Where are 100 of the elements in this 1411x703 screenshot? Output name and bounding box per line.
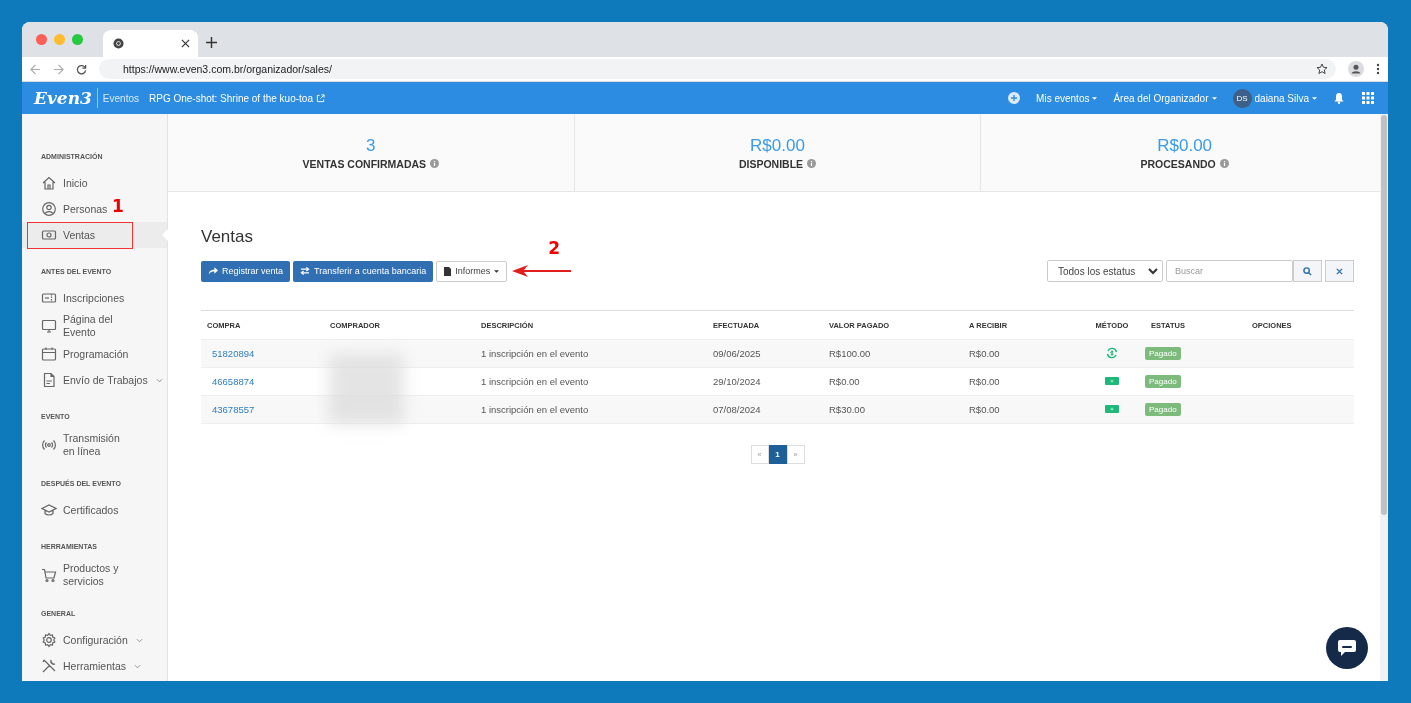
stat-label: DISPONIBLE bbox=[738, 157, 804, 170]
gear-icon bbox=[41, 632, 57, 648]
table-cell-text: R$0.00 bbox=[968, 376, 1001, 387]
status-badge: Pagado bbox=[1145, 347, 1181, 360]
table-cell-text: 07/08/2024 bbox=[712, 404, 762, 415]
table-cell-text: R$0.00 bbox=[828, 376, 861, 387]
stat-value: R$0.00 bbox=[1157, 135, 1213, 156]
status-badge: Pagado bbox=[1145, 403, 1181, 416]
annotation-number: 2 bbox=[548, 238, 561, 258]
search-field[interactable]: Buscar bbox=[1166, 260, 1293, 282]
caret-icon bbox=[494, 269, 500, 273]
document-icon bbox=[444, 266, 452, 276]
ticket-icon bbox=[41, 290, 57, 306]
reload-icon[interactable] bbox=[76, 63, 87, 75]
search-button[interactable] bbox=[1293, 260, 1322, 282]
sidebar-item[interactable]: Inicio bbox=[22, 170, 92, 196]
sidebar-item[interactable]: Herramientas bbox=[22, 653, 146, 679]
logo[interactable]: Even3 bbox=[34, 88, 98, 108]
sidebar-item[interactable]: Envío de Trabajos bbox=[22, 367, 167, 393]
info-icon[interactable] bbox=[430, 159, 440, 168]
user-circle-icon bbox=[41, 201, 57, 217]
info-icon[interactable] bbox=[807, 159, 817, 168]
sidebar-item[interactable]: Página del Evento bbox=[22, 311, 129, 341]
sidebar-item[interactable]: Programación bbox=[22, 341, 129, 367]
status-badge: Pagado bbox=[1145, 375, 1181, 388]
stat-value: R$0.00 bbox=[750, 135, 805, 156]
sidebar-item[interactable]: Certificados bbox=[22, 497, 123, 523]
search-icon bbox=[1303, 266, 1312, 276]
banknote-icon bbox=[41, 227, 57, 243]
user-menu[interactable]: daiana Silva bbox=[1254, 92, 1317, 104]
document-icon bbox=[41, 372, 57, 388]
table-cell-text: 29/10/2024 bbox=[712, 376, 762, 387]
close-icon bbox=[1336, 267, 1343, 275]
browser-tab[interactable] bbox=[103, 30, 198, 57]
browser-logo-icon bbox=[113, 38, 124, 49]
stat-value: 3 bbox=[366, 135, 376, 156]
chat-button[interactable] bbox=[1326, 627, 1368, 669]
table-cell-text: R$100.00 bbox=[828, 348, 872, 359]
sidebar-item[interactable]: Transmisión en línea bbox=[22, 430, 129, 460]
nav-menu[interactable]: Área del Organizador bbox=[1113, 92, 1217, 104]
monitor-icon bbox=[41, 318, 57, 334]
info-icon[interactable] bbox=[1219, 159, 1229, 168]
event-title-link[interactable]: RPG One-shot: Shrine of the kuo-toa bbox=[149, 92, 313, 104]
status-select[interactable]: Todos los estatus bbox=[1047, 260, 1163, 282]
user-avatar: DS bbox=[1232, 88, 1252, 108]
back-icon[interactable] bbox=[30, 63, 41, 75]
table-cell-text: R$30.00 bbox=[828, 404, 866, 415]
sidebar-item[interactable]: Ventas bbox=[22, 222, 167, 248]
action-button[interactable]: Registrar venta bbox=[201, 260, 291, 282]
chevron-down-icon bbox=[1148, 267, 1158, 275]
cart-icon bbox=[41, 567, 57, 583]
forward-icon[interactable] bbox=[53, 63, 64, 75]
close-window-button[interactable] bbox=[36, 34, 47, 45]
close-icon[interactable] bbox=[181, 39, 190, 48]
sidebar-item[interactable]: Inscripciones bbox=[22, 285, 129, 311]
bell-icon[interactable] bbox=[1333, 92, 1345, 104]
add-icon[interactable] bbox=[1008, 92, 1021, 104]
caret-icon bbox=[1312, 96, 1317, 100]
url-text: https://www.even3.com.br/organizador/sales/ bbox=[123, 63, 332, 75]
annotation-arrow bbox=[512, 264, 573, 278]
stat-label: VENTAS CONFIRMADAS bbox=[302, 157, 427, 170]
scrollbar[interactable] bbox=[1380, 114, 1388, 681]
star-icon[interactable] bbox=[1316, 63, 1328, 75]
address-bar[interactable]: https://www.even3.com.br/organizador/sales/ bbox=[99, 59, 1336, 79]
money-transfer-icon bbox=[1106, 346, 1118, 359]
clear-button[interactable] bbox=[1325, 260, 1354, 282]
table-cell-text: R$0.00 bbox=[968, 348, 1001, 359]
apps-grid-icon[interactable] bbox=[1362, 92, 1374, 104]
page-title: Ventas bbox=[201, 227, 254, 247]
purchase-link[interactable]: 51820894 bbox=[212, 348, 255, 359]
banknote-icon bbox=[1105, 405, 1119, 413]
sidebar-item[interactable]: Productos y servicios bbox=[22, 560, 129, 590]
more-options-icon[interactable] bbox=[1376, 63, 1380, 75]
swap-arrows-icon bbox=[300, 266, 311, 276]
table-cell-text: R$0.00 bbox=[968, 404, 1001, 415]
nav-menu[interactable]: Mis eventos bbox=[1036, 92, 1098, 104]
action-button[interactable]: Transferir a cuenta bancaria bbox=[293, 260, 434, 282]
caret-icon bbox=[1092, 96, 1098, 100]
purchase-link[interactable]: 46658874 bbox=[212, 376, 255, 387]
graduation-cap-icon bbox=[41, 502, 57, 518]
home-icon bbox=[41, 175, 57, 191]
table-cell-text: 1 inscripción en el evento bbox=[480, 348, 590, 359]
external-link-icon bbox=[315, 93, 325, 103]
tools-icon bbox=[41, 658, 57, 674]
calendar-icon bbox=[41, 346, 57, 362]
sidebar-item[interactable]: Configuración bbox=[22, 627, 147, 653]
reports-dropdown[interactable]: Informes bbox=[436, 260, 508, 282]
banknote-icon bbox=[1105, 377, 1119, 385]
caret-icon bbox=[1211, 96, 1217, 100]
table-cell-text: 1 inscripción en el evento bbox=[480, 376, 590, 387]
sidebar-item[interactable]: Personas bbox=[22, 196, 112, 222]
share-arrow-icon bbox=[208, 266, 218, 276]
stat-label: PROCESANDO bbox=[1140, 157, 1216, 170]
new-tab-icon[interactable] bbox=[206, 37, 217, 48]
purchase-link[interactable]: 43678557 bbox=[212, 404, 255, 415]
table-cell-text: 09/06/2025 bbox=[712, 348, 762, 359]
annotation-number: 1 bbox=[112, 196, 124, 216]
chat-bubble-icon bbox=[1337, 639, 1357, 657]
table-cell-text: 1 inscripción en el evento bbox=[480, 404, 590, 415]
profile-icon[interactable] bbox=[1348, 61, 1364, 77]
